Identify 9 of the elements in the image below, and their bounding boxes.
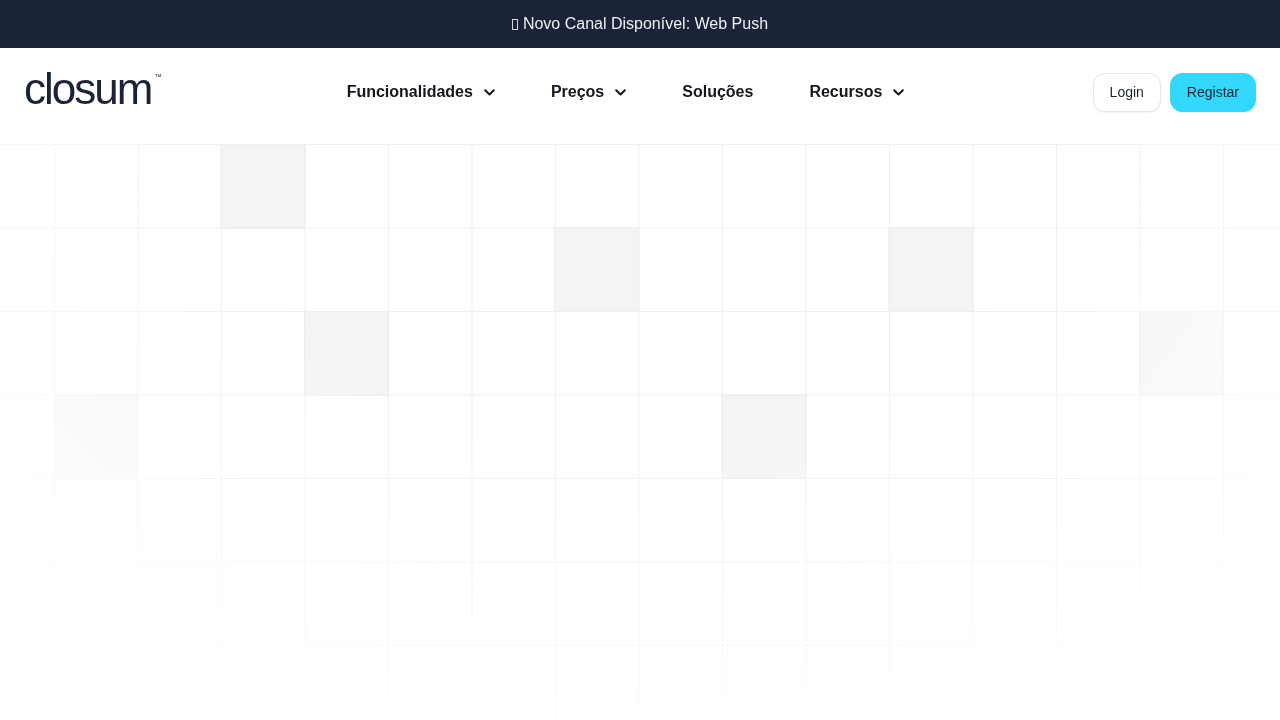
primary-button[interactable]: Registar: [1169, 72, 1256, 112]
nav-link[interactable]: Recursos: [809, 83, 905, 101]
nav-link[interactable]: Funcionalidades: [346, 83, 495, 101]
nav-link[interactable]: Preços: [550, 83, 627, 101]
logo-wordmark[interactable]: closum$^{™}$: [24, 67, 159, 111]
secondary-button[interactable]: Login: [1092, 72, 1161, 112]
missing-glyph-icon: [511, 18, 518, 30]
nav-link[interactable]: Soluções: [682, 83, 754, 101]
announcement-text: Novo Canal Disponível: Web Push: [522, 15, 769, 33]
